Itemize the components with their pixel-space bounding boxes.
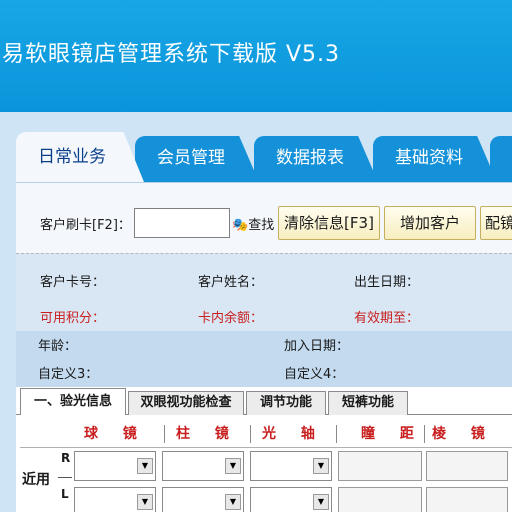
header-sphere: 球 镜 (84, 426, 147, 442)
subtab-other-function[interactable]: 短裤功能 (328, 391, 408, 415)
left-eye-label: L (61, 487, 69, 501)
tab-basic-data[interactable]: 基础资料 (373, 136, 497, 182)
customer-info: 客户卡号： 客户姓名： 出生日期： 可用积分： 卡内余额： 有效期至： (16, 253, 512, 331)
left-sphere-select[interactable]: ▼ (74, 487, 156, 512)
chevron-down-icon: ▼ (225, 494, 241, 510)
header-separator (164, 425, 165, 443)
right-eye-label: R (61, 451, 71, 465)
right-cylinder-select[interactable]: ▼ (162, 451, 244, 481)
title-bar: 易软眼镜店管理系统下载版 V5.3 (0, 0, 512, 112)
chevron-down-icon: ▼ (313, 494, 329, 510)
daily-business-panel: 客户刷卡[F2]： 🎭查找 清除信息[F3] 增加客户 配镜 客户卡号： 客户姓… (16, 182, 512, 512)
near-use-label: 近用 (22, 472, 50, 488)
refraction-grid: 球 镜 柱 镜 光 轴 瞳 距 棱 镜 近用 R L ▼ ▼ ▼ ▼ ▼ ▼ (16, 415, 512, 512)
main-area: 基础资料 数据报表 会员管理 日常业务 客户刷卡[F2]： 🎭查找 清除信息[F… (0, 112, 512, 512)
balance-label: 卡内余额： (198, 311, 264, 326)
left-axis-select[interactable]: ▼ (250, 487, 332, 512)
subtab-refraction-info[interactable]: 一、验光信息 (20, 388, 126, 416)
chevron-down-icon: ▼ (137, 494, 153, 510)
card-swipe-label: 客户刷卡[F2]： (40, 218, 131, 233)
card-number-label: 客户卡号： (40, 275, 106, 290)
add-customer-button[interactable]: 增加客户 (384, 206, 476, 240)
right-axis-select[interactable]: ▼ (250, 451, 332, 481)
header-pd: 瞳 距 (361, 426, 424, 442)
points-label: 可用积分： (40, 311, 106, 326)
chevron-down-icon: ▼ (137, 458, 153, 474)
search-row: 客户刷卡[F2]： 🎭查找 清除信息[F3] 增加客户 配镜 (16, 183, 512, 253)
header-separator (424, 425, 425, 443)
clear-info-button[interactable]: 清除信息[F3] (278, 206, 380, 240)
custom4-label: 自定义4： (284, 367, 345, 382)
tab-daily-business[interactable]: 日常业务 (16, 132, 144, 182)
left-prism-cell[interactable] (426, 487, 508, 512)
header-axis: 光 轴 (262, 426, 325, 442)
find-label: 查找 (248, 218, 275, 233)
expiry-label: 有效期至： (354, 311, 420, 326)
subtab-accommodation[interactable]: 调节功能 (246, 391, 326, 415)
card-swipe-input[interactable] (134, 208, 230, 238)
custom3-label: 自定义3： (38, 367, 99, 382)
app-title: 易软眼镜店管理系统下载版 V5.3 (2, 42, 341, 67)
left-cylinder-select[interactable]: ▼ (162, 487, 244, 512)
header-separator (250, 425, 251, 443)
tab-reports[interactable]: 数据报表 (254, 136, 378, 182)
find-button[interactable]: 🎭查找 (232, 214, 274, 233)
right-pd-cell[interactable] (338, 451, 422, 481)
chevron-down-icon: ▼ (225, 458, 241, 474)
header-cylinder: 柱 镜 (176, 426, 239, 442)
right-sphere-select[interactable]: ▼ (74, 451, 156, 481)
header-divider (20, 447, 512, 448)
chevron-down-icon: ▼ (313, 458, 329, 474)
customer-name-label: 客户姓名： (198, 275, 264, 290)
birthday-label: 出生日期： (354, 275, 420, 290)
fit-glasses-button[interactable]: 配镜 (480, 206, 512, 240)
binoculars-icon: 🎭 (232, 218, 249, 233)
tab-members[interactable]: 会员管理 (135, 136, 259, 182)
age-label: 年龄： (38, 339, 78, 354)
customer-extra-info: 年龄： 加入日期： 自定义3： 自定义4： (16, 331, 512, 387)
left-pd-cell[interactable] (338, 487, 422, 512)
join-date-label: 加入日期： (284, 339, 350, 354)
subtab-binocular-vision[interactable]: 双眼视功能检查 (128, 391, 244, 415)
header-separator (336, 425, 337, 443)
right-prism-cell[interactable] (426, 451, 508, 481)
sub-tabs: 双眼视功能检查 调节功能 短裤功能 一、验光信息 (16, 387, 512, 416)
eye-divider (58, 477, 72, 478)
header-prism: 棱 镜 (432, 426, 495, 442)
